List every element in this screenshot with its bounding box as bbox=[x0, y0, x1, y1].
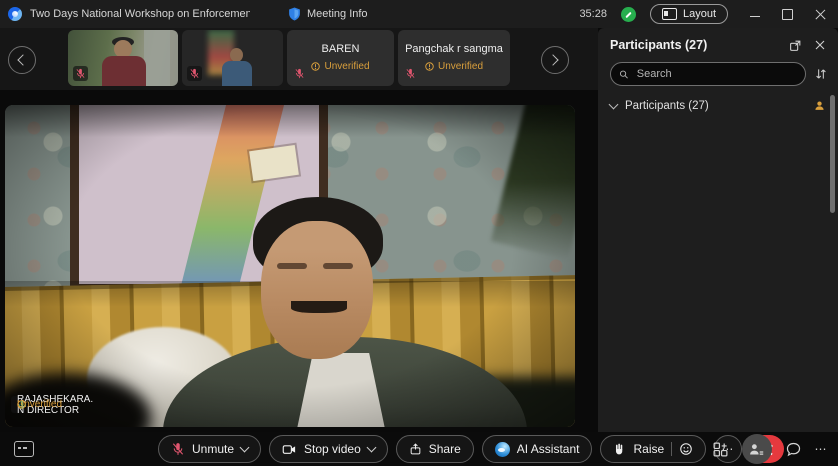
muted-mic-icon bbox=[187, 66, 202, 81]
chat-button[interactable] bbox=[785, 441, 802, 458]
stop-video-button[interactable]: Stop video bbox=[269, 435, 388, 463]
chevron-right-icon bbox=[547, 54, 558, 65]
share-icon bbox=[409, 442, 422, 456]
chevron-left-icon bbox=[17, 54, 28, 65]
share-button[interactable]: Share bbox=[396, 435, 474, 463]
meeting-info-label: Meeting Info bbox=[307, 8, 368, 20]
more-controls-button[interactable]: ⋯ bbox=[815, 442, 829, 456]
webex-logo-icon bbox=[8, 7, 22, 21]
chat-bubble-icon bbox=[785, 441, 802, 458]
search-icon bbox=[619, 69, 629, 80]
close-panel-icon[interactable] bbox=[814, 39, 826, 51]
video-thumbnail-2[interactable] bbox=[182, 30, 283, 86]
apps-button[interactable] bbox=[712, 441, 729, 458]
chevron-down-icon[interactable] bbox=[240, 443, 250, 453]
ai-assistant-label: AI Assistant bbox=[517, 442, 580, 456]
webex-window: Two Days National Workshop on Enforcemen… bbox=[0, 0, 838, 466]
layout-button[interactable]: Layout bbox=[650, 4, 728, 24]
section-label: Participants (27) bbox=[625, 100, 709, 112]
thumb2-person-head bbox=[230, 48, 243, 62]
meeting-info-button[interactable]: Meeting Info bbox=[288, 7, 368, 21]
chevron-down-icon[interactable] bbox=[366, 443, 376, 453]
hand-icon bbox=[613, 442, 626, 456]
ai-assistant-button[interactable]: AI Assistant bbox=[482, 435, 593, 463]
panel-scrollbar[interactable] bbox=[830, 95, 835, 213]
close-window-button[interactable] bbox=[815, 9, 826, 20]
thumbnail-name: BAREN bbox=[287, 43, 394, 55]
closed-captions-icon[interactable] bbox=[14, 441, 34, 457]
participants-panel: Participants (27) bbox=[598, 28, 838, 432]
participants-panel-button[interactable] bbox=[742, 434, 772, 464]
muted-mic-icon bbox=[73, 66, 88, 81]
minimize-button[interactable] bbox=[750, 16, 760, 17]
meeting-timer: 35:28 bbox=[579, 8, 607, 20]
raise-hand-button[interactable]: Raise bbox=[600, 435, 706, 463]
stop-video-label: Stop video bbox=[304, 442, 361, 456]
shield-icon bbox=[288, 7, 301, 21]
apps-grid-icon bbox=[712, 441, 729, 458]
filmstrip-prev-button[interactable] bbox=[8, 46, 36, 74]
filmstrip-next-button[interactable] bbox=[541, 46, 569, 74]
thumb1-background bbox=[144, 30, 170, 86]
participants-icon bbox=[748, 441, 765, 458]
layout-label: Layout bbox=[683, 8, 716, 20]
connection-status-icon[interactable] bbox=[621, 7, 636, 22]
camera-icon bbox=[282, 443, 297, 456]
video-thumbnail-baren[interactable]: BAREN Unverified bbox=[287, 30, 394, 86]
thumb2-person-torso bbox=[222, 61, 252, 86]
titlebar: Two Days National Workshop on Enforcemen… bbox=[0, 0, 838, 28]
sort-participants-icon[interactable] bbox=[814, 67, 828, 81]
thumbnail-name: Pangchak r sangma bbox=[398, 43, 510, 55]
muted-mic-icon bbox=[292, 66, 307, 81]
ellipsis-icon: ⋯ bbox=[815, 442, 829, 456]
search-input[interactable] bbox=[635, 67, 797, 81]
share-label: Share bbox=[429, 442, 461, 456]
panel-title: Participants (27) bbox=[610, 38, 707, 52]
thumb1-person-torso bbox=[102, 56, 146, 86]
chevron-down-icon bbox=[609, 100, 619, 110]
muted-mic-icon bbox=[171, 442, 185, 456]
unmute-button[interactable]: Unmute bbox=[158, 435, 261, 463]
raised-hand-icon bbox=[813, 99, 826, 112]
reactions-smiley-icon[interactable] bbox=[679, 442, 693, 456]
participants-section-header[interactable]: Participants (27) bbox=[598, 92, 838, 117]
muted-mic-icon bbox=[403, 66, 418, 81]
layout-grid-icon bbox=[662, 8, 677, 20]
active-speaker-name-tag: RAJASHEKARA. N DIRECTOR · Unverified bbox=[11, 396, 25, 413]
raise-label: Raise bbox=[633, 442, 664, 456]
info-icon bbox=[311, 62, 320, 71]
video-thumbnail-pangchak[interactable]: Pangchak r sangma Unverified bbox=[398, 30, 510, 86]
ai-assistant-icon bbox=[495, 442, 510, 457]
participant-search[interactable] bbox=[610, 62, 806, 86]
control-bar: Unmute Stop video Share AI bbox=[0, 432, 838, 466]
video-thumbnail-1[interactable] bbox=[68, 30, 178, 86]
pop-out-panel-icon[interactable] bbox=[789, 39, 802, 52]
unmute-label: Unmute bbox=[192, 442, 234, 456]
main-video-active-speaker[interactable]: RAJASHEKARA. N DIRECTOR · Unverified bbox=[5, 105, 575, 427]
divider bbox=[671, 442, 672, 456]
filmstrip: BAREN Unverified Pangchak r sangma Unver… bbox=[0, 28, 598, 90]
info-icon bbox=[425, 62, 434, 71]
maximize-button[interactable] bbox=[782, 9, 793, 20]
meeting-title: Two Days National Workshop on Enforcemen… bbox=[30, 8, 250, 20]
video-vignette bbox=[5, 105, 575, 427]
